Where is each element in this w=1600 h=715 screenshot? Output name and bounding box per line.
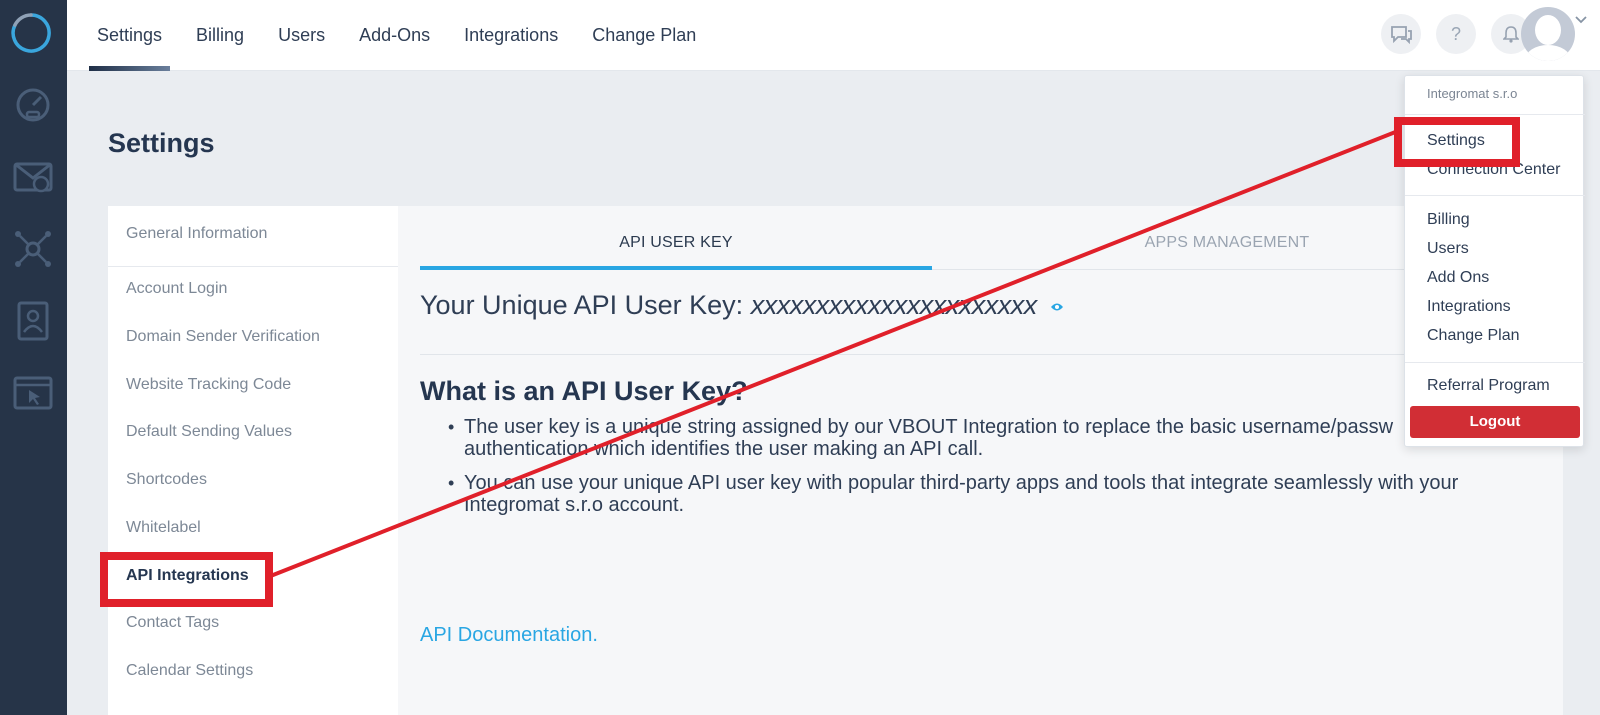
sidebar-divider [108, 266, 398, 267]
sidebar-item-calendar-settings[interactable]: Calendar Settings [126, 662, 253, 680]
dropdown-item-referral-program[interactable]: Referral Program [1427, 377, 1550, 395]
nav-integrations[interactable]: Integrations [464, 0, 558, 71]
nav-add-ons[interactable]: Add-Ons [359, 0, 430, 71]
eye-icon[interactable] [1050, 299, 1064, 315]
sidebar-item-account-login[interactable]: Account Login [126, 280, 227, 298]
nav-change-plan[interactable]: Change Plan [592, 0, 696, 71]
sidebar-item-contact-tags[interactable]: Contact Tags [126, 614, 219, 632]
api-key-label: Your Unique API User Key: [420, 290, 744, 320]
info-heading: What is an API User Key? [420, 376, 748, 406]
settings-panel: General Information Account Login Domain… [108, 206, 1563, 715]
dropdown-divider [1405, 362, 1585, 363]
dropdown-item-billing[interactable]: Billing [1427, 211, 1470, 229]
info-bullet: You can use your unique API user key wit… [420, 472, 1520, 516]
nav-users[interactable]: Users [278, 0, 325, 71]
page-title: Settings [108, 128, 215, 158]
main-nav: Settings Billing Users Add-Ons Integrati… [88, 0, 730, 71]
avatar-shoulders [1525, 45, 1571, 61]
sidebar-item-website-tracking-code[interactable]: Website Tracking Code [126, 376, 291, 394]
sidebar-item-shortcodes[interactable]: Shortcodes [126, 471, 207, 489]
email-campaign-icon[interactable] [12, 156, 54, 198]
logout-button[interactable]: Logout [1410, 406, 1580, 438]
info-bullet: The user key is a unique string assigned… [420, 416, 1520, 460]
sidebar-item-api-integrations[interactable]: API Integrations [126, 567, 249, 585]
nav-settings[interactable]: Settings [88, 0, 171, 71]
dropdown-item-connection-center[interactable]: Connection Center [1427, 161, 1560, 179]
sidebar-item-default-sending-values[interactable]: Default Sending Values [126, 423, 292, 441]
chevron-down-icon[interactable] [1574, 14, 1588, 28]
active-tab-indicator [420, 266, 932, 270]
dropdown-divider [1405, 114, 1585, 115]
info-bullets: The user key is a unique string assigned… [420, 416, 1520, 528]
user-dropdown-menu: Integromat s.r.o Settings Connection Cen… [1404, 75, 1585, 447]
top-navigation-bar: Settings Billing Users Add-Ons Integrati… [67, 0, 1600, 71]
app-logo-icon[interactable] [10, 12, 52, 54]
contacts-icon[interactable] [12, 300, 54, 342]
api-documentation-link[interactable]: API Documentation. [420, 624, 598, 647]
avatar[interactable] [1521, 7, 1575, 61]
api-key-value: xxxxxxxxxxxxxxxxxxxxxx [750, 290, 1038, 320]
dropdown-item-add-ons[interactable]: Add Ons [1427, 269, 1489, 287]
sidebar-item-general-information[interactable]: General Information [126, 225, 267, 243]
website-cursor-icon[interactable] [12, 372, 54, 414]
organization-name: Integromat s.r.o [1427, 86, 1518, 101]
api-key-line: Your Unique API User Key: xxxxxxxxxxxxxx… [420, 290, 1064, 321]
dropdown-divider [1405, 195, 1585, 196]
chat-icon[interactable] [1381, 14, 1421, 54]
dropdown-item-integrations[interactable]: Integrations [1427, 298, 1511, 316]
nav-billing[interactable]: Billing [196, 0, 244, 71]
dropdown-item-settings[interactable]: Settings [1427, 132, 1485, 150]
content-divider [420, 354, 1520, 355]
dropdown-item-users[interactable]: Users [1427, 240, 1469, 258]
settings-content: API USER KEY APPS MANAGEMENT Your Unique… [398, 206, 1563, 715]
sidebar-item-whitelabel[interactable]: Whitelabel [126, 519, 201, 537]
tab-api-user-key[interactable]: API USER KEY [420, 234, 932, 268]
automation-network-icon[interactable] [12, 228, 54, 270]
dropdown-item-change-plan[interactable]: Change Plan [1427, 327, 1520, 345]
help-icon[interactable]: ? [1436, 14, 1476, 54]
dashboard-icon[interactable] [12, 84, 54, 126]
sidebar-item-domain-sender-verification[interactable]: Domain Sender Verification [126, 328, 320, 346]
settings-sidebar: General Information Account Login Domain… [108, 206, 398, 715]
avatar-head [1535, 15, 1561, 45]
left-rail [0, 0, 67, 715]
